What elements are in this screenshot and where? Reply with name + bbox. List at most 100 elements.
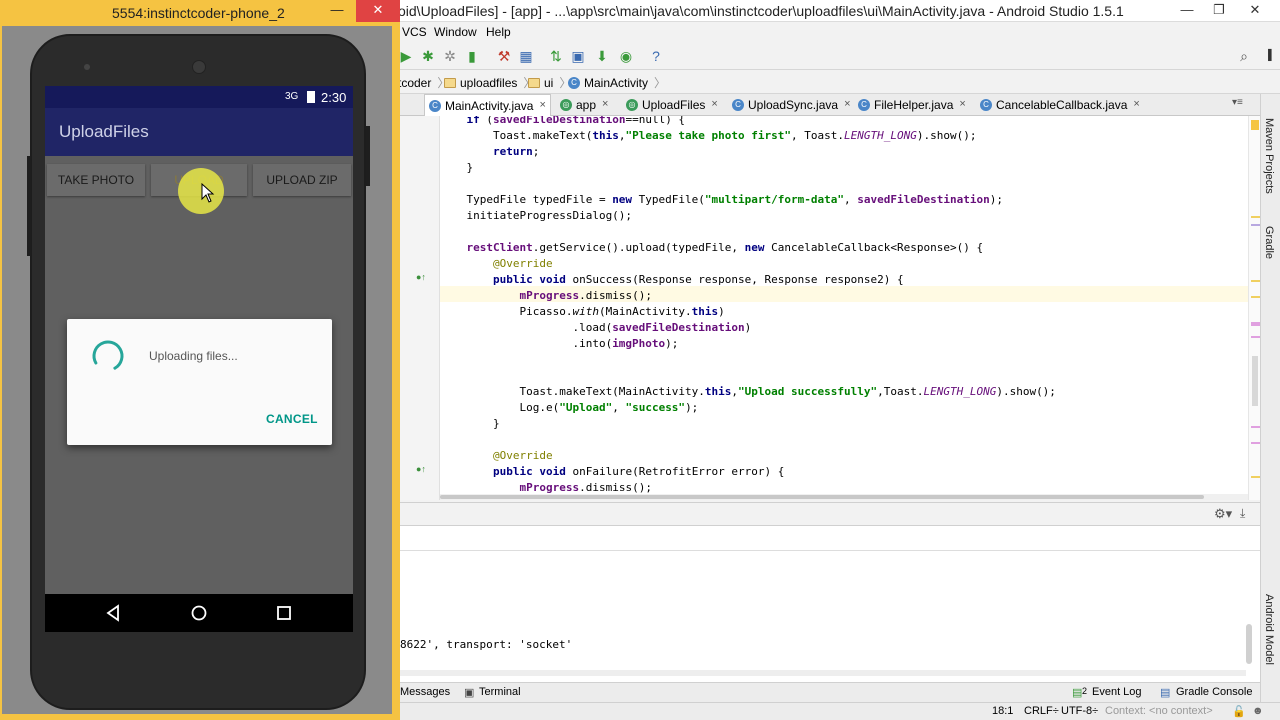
code-line: Log.e("Upload", "success"); <box>440 401 699 414</box>
code-line: mProgress.dismiss(); <box>519 289 652 302</box>
override-gutter-icon[interactable]: ●↑ <box>416 464 426 474</box>
tab-mainactivity[interactable]: C MainActivity.java × <box>424 94 551 116</box>
warning-marker[interactable] <box>1251 120 1259 130</box>
editor-horizontal-scrollbar[interactable] <box>440 494 1248 500</box>
code-line: public void onFailure(RetrofitError erro… <box>492 465 785 478</box>
gradle-tool[interactable]: Gradle <box>1263 226 1275 259</box>
avd-manager-icon[interactable]: ▣ <box>570 48 586 64</box>
battery-icon <box>307 91 315 103</box>
attach-debugger-icon[interactable]: ✲ <box>442 48 458 64</box>
menu-vcs[interactable]: VCS <box>402 25 427 39</box>
ide-maximize-button[interactable]: ❐ <box>1204 0 1234 22</box>
breadcrumb-item[interactable]: uploadfiles〉 <box>444 74 535 91</box>
gradle-icon: ◎ <box>560 99 572 111</box>
tab-uploadfiles[interactable]: ◎ UploadFiles × <box>622 94 722 116</box>
help-icon[interactable]: ? <box>648 48 664 64</box>
emulator-minimize-button[interactable]: — <box>322 0 352 22</box>
ide-close-button[interactable]: ✕ <box>1240 0 1270 22</box>
tab-app[interactable]: ◎ app × <box>556 94 612 116</box>
back-icon[interactable] <box>103 602 125 624</box>
home-icon[interactable] <box>188 602 210 624</box>
volume-button[interactable] <box>27 156 31 256</box>
tab-list-icon[interactable]: ▾≡ <box>1232 97 1243 108</box>
context-indicator[interactable]: Context: <no context> <box>1105 705 1213 717</box>
code-line: @Override <box>492 257 553 270</box>
close-icon[interactable]: × <box>711 98 717 110</box>
tab-uploadsync[interactable]: C UploadSync.java × <box>728 94 855 116</box>
editor-vertical-scrollbar[interactable] <box>1252 356 1258 406</box>
close-icon[interactable]: × <box>844 98 850 110</box>
emulator-body: 3G 2:30 UploadFiles TAKE PHOTO UPLOAD UP… <box>2 26 392 714</box>
breadcrumb-item[interactable]: C MainActivity 〉 <box>568 74 666 91</box>
overflow-icon[interactable]: ▐ <box>1260 48 1276 64</box>
search-everywhere-icon[interactable]: ⌕ <box>1236 48 1252 64</box>
menu-window[interactable]: Window <box>434 25 477 39</box>
close-icon[interactable]: × <box>539 99 545 111</box>
line-separator[interactable]: CRLF÷ <box>1024 705 1059 717</box>
menu-help[interactable]: Help <box>486 25 511 39</box>
cancel-button[interactable]: CANCEL <box>266 412 318 426</box>
tab-filehelper[interactable]: C FileHelper.java × <box>854 94 970 116</box>
code-line: restClient.getService().upload(typedFile… <box>466 241 984 254</box>
file-encoding[interactable]: UTF-8÷ <box>1061 705 1098 717</box>
close-icon[interactable]: × <box>959 98 965 110</box>
override-gutter-icon[interactable]: ●↑ <box>416 272 426 282</box>
android-icon[interactable]: ◉ <box>618 48 634 64</box>
coverage-icon[interactable]: ▮ <box>464 48 480 64</box>
code-line: TypedFile typedFile = new TypedFile("mul… <box>440 193 1003 206</box>
ide-minimize-button[interactable]: — <box>1172 0 1202 22</box>
code-line: Picasso.with(MainActivity.this) <box>440 305 725 318</box>
device-monitor-icon[interactable]: ⬇ <box>594 48 610 64</box>
terminal-tool[interactable]: Terminal <box>479 686 521 698</box>
android-nav-bar <box>45 594 353 632</box>
emulator-title-bar: 5554:instinctcoder-phone_2 — ✕ <box>0 0 400 26</box>
gear-icon[interactable]: ⚙▾ <box>1214 506 1232 522</box>
console-output[interactable]: 8622', transport: 'socket' <box>400 526 1260 682</box>
hide-panel-icon[interactable]: ⤓ <box>1240 506 1245 521</box>
status-bar: 18:1 CRLF÷ UTF-8÷ Context: <no context> … <box>392 702 1280 720</box>
camera-icon <box>84 64 90 70</box>
close-icon[interactable]: × <box>602 98 608 110</box>
recents-icon[interactable] <box>273 602 295 624</box>
run-icon[interactable]: ▶ <box>398 48 414 64</box>
breadcrumb-item[interactable]: ui 〉 <box>528 74 571 91</box>
android-model-tool[interactable]: Android Model <box>1263 594 1275 665</box>
maven-projects-tool[interactable]: Maven Projects <box>1263 118 1275 194</box>
sdk-manager-icon[interactable]: ▦ <box>518 48 534 64</box>
sync-gradle-icon[interactable]: ⇅ <box>548 48 564 64</box>
lock-icon[interactable]: 🔓 <box>1232 705 1246 718</box>
messages-tool[interactable]: Messages <box>400 686 450 698</box>
code-line: .into(imgPhoto); <box>440 337 679 350</box>
bottom-panel-header: ⚙▾ ⤓ <box>400 502 1260 526</box>
folder-icon <box>444 77 456 88</box>
hector-icon[interactable]: ☻ <box>1252 705 1264 717</box>
tab-cancelablecallback[interactable]: C CancelableCallback.java × <box>976 94 1144 116</box>
editor-tabs: C MainActivity.java × ◎ app × ◎ UploadFiles × … <box>400 94 1270 116</box>
gradle-console-tool[interactable]: Gradle Console <box>1176 686 1252 698</box>
close-icon[interactable]: × <box>1133 98 1139 110</box>
gradle-icon: ◎ <box>626 99 638 111</box>
breadcrumb: tcoder〉 uploadfiles〉 ui〉 CMainActivity〉 <box>392 70 1280 94</box>
caret-position[interactable]: 18:1 <box>992 705 1013 717</box>
code-line: initiateProgressDialog(); <box>440 209 633 222</box>
emulator-title: 5554:instinctcoder-phone_2 <box>112 5 285 21</box>
phone-screen[interactable]: 3G 2:30 UploadFiles TAKE PHOTO UPLOAD UP… <box>45 86 353 632</box>
project-structure-icon[interactable]: ⚒ <box>496 48 512 64</box>
take-photo-button[interactable]: TAKE PHOTO <box>47 164 145 196</box>
code-editor[interactable]: if (savedFileDestination==null) { Toast.… <box>440 116 1248 500</box>
emulator-window: 5554:instinctcoder-phone_2 — ✕ 3G 2:30 U… <box>0 0 400 720</box>
class-icon: C <box>429 100 441 112</box>
emulator-close-button[interactable]: ✕ <box>356 0 400 22</box>
class-icon: C <box>732 99 744 111</box>
console-vertical-scrollbar[interactable] <box>1246 624 1252 664</box>
class-icon: C <box>858 99 870 111</box>
debug-icon[interactable]: ✱ <box>420 48 436 64</box>
console-horizontal-scrollbar[interactable] <box>400 670 1246 676</box>
upload-zip-button[interactable]: UPLOAD ZIP <box>253 164 351 196</box>
mouse-cursor-icon <box>201 183 215 203</box>
power-button[interactable] <box>366 126 370 186</box>
event-log-tool[interactable]: Event Log <box>1092 686 1142 698</box>
speaker-icon <box>192 60 206 74</box>
editor-gutter: ●↑ ●↑ <box>400 116 452 500</box>
breadcrumb-item[interactable]: tcoder〉 <box>398 74 449 91</box>
